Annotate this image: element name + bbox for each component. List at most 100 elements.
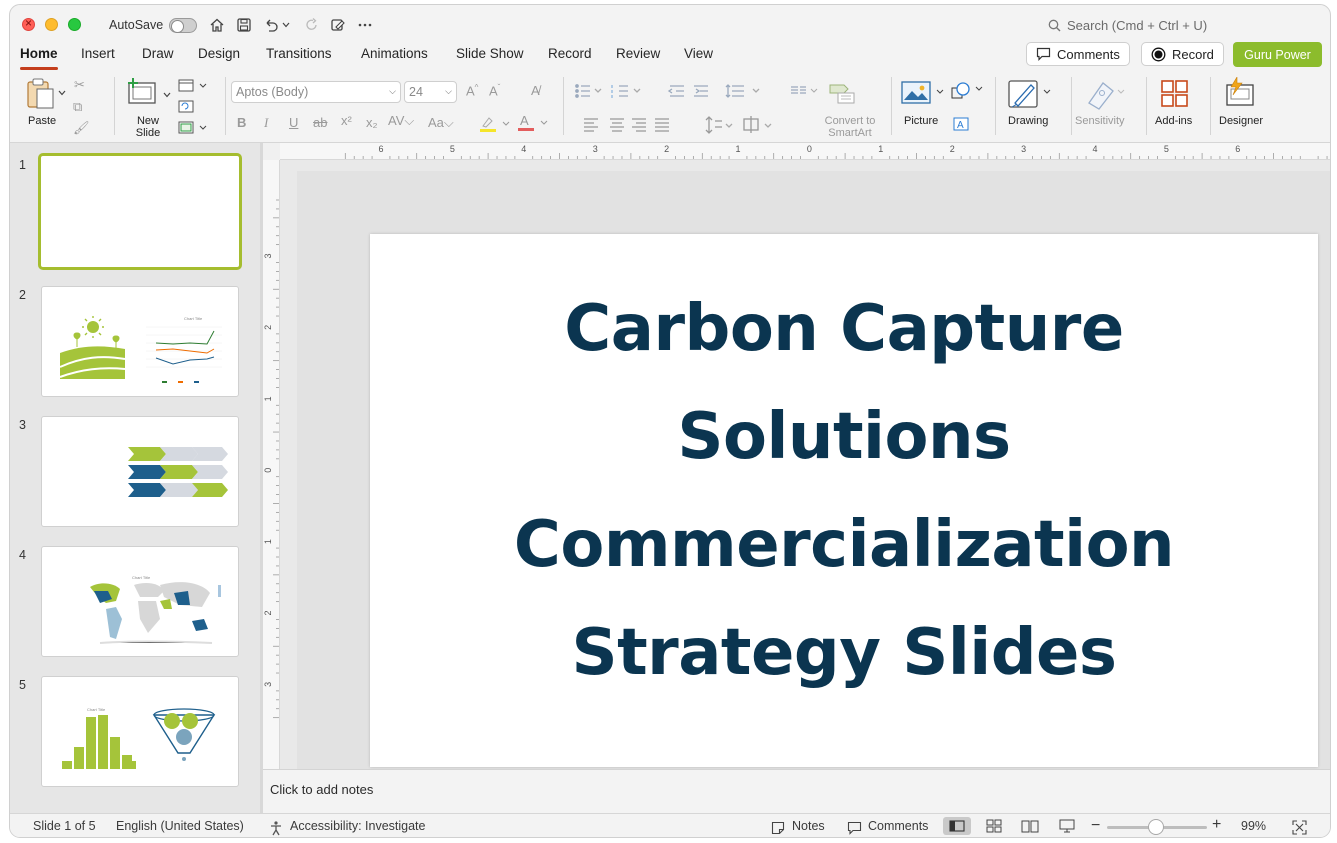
tab-record[interactable]: Record <box>548 46 592 61</box>
current-slide[interactable]: Carbon Capture Solutions Commercializati… <box>370 234 1318 767</box>
subscript-icon[interactable]: x₂ <box>366 115 378 130</box>
vertical-ruler[interactable]: 3 2 1 0 1 2 3 <box>263 160 280 769</box>
paragraph-icons <box>572 81 782 144</box>
horizontal-ruler[interactable]: 6 5 4 3 2 1 0 1 2 3 4 5 6 <box>280 143 1330 160</box>
record-button[interactable]: Record <box>1141 42 1224 66</box>
ruler-label: 2 <box>263 325 273 330</box>
fit-to-window-icon[interactable] <box>1292 820 1307 835</box>
notes-pane[interactable]: Click to add notes <box>263 769 1330 813</box>
paste-icon[interactable] <box>24 77 58 114</box>
superscript-icon[interactable]: x² <box>341 113 352 128</box>
slide-title-line-3[interactable]: Commercialization <box>370 505 1318 585</box>
highlight-icon[interactable] <box>479 115 513 136</box>
close-window-button[interactable] <box>22 16 35 31</box>
maximize-window-button[interactable] <box>68 18 81 31</box>
slide-thumbnail-2[interactable]: Chart Title <box>41 286 239 397</box>
ruler-label: 5 <box>1164 144 1169 154</box>
home-icon[interactable] <box>207 15 227 35</box>
slide-thumbnail-5[interactable]: Chart Title <box>41 676 239 787</box>
tab-design[interactable]: Design <box>198 46 240 61</box>
decrease-font-icon[interactable]: Aˇ <box>489 83 500 98</box>
layout-icon[interactable] <box>178 79 214 138</box>
new-slide-dropdown-icon[interactable] <box>163 92 171 98</box>
notes-toggle[interactable]: Notes <box>792 819 825 833</box>
slide-sorter-button[interactable] <box>980 817 1008 835</box>
title-bar: AutoSave Search (Cmd + Ctrl + U) <box>10 5 1330 43</box>
picture-icon[interactable] <box>901 81 945 108</box>
thumbnail-number-1: 1 <box>19 158 26 172</box>
slide-show-button[interactable] <box>1053 817 1081 835</box>
accessibility-status[interactable]: Accessibility: Investigate <box>290 819 425 833</box>
ruler-label: 1 <box>263 396 273 401</box>
comments-toggle[interactable]: Comments <box>868 819 928 833</box>
redo-icon <box>302 15 322 35</box>
font-size-field[interactable]: 24 ⌵ <box>404 81 457 103</box>
slide-thumbnail-3[interactable] <box>41 416 239 527</box>
comments-button[interactable]: Comments <box>1026 42 1130 66</box>
undo-icon[interactable] <box>261 15 281 35</box>
font-name-field[interactable]: Aptos (Body) ⌵ <box>231 81 401 103</box>
undo-dropdown-icon[interactable] <box>280 15 292 35</box>
font-name-value: Aptos (Body) <box>236 85 309 99</box>
bold-icon[interactable]: B <box>237 115 246 130</box>
slide-title-line-1[interactable]: Carbon Capture <box>370 289 1318 369</box>
slide-thumbnail-4[interactable]: Chart Title <box>41 546 239 657</box>
slide-show-icon <box>1059 819 1075 833</box>
strikethrough-icon[interactable]: ab <box>313 115 327 130</box>
customize-icon[interactable] <box>328 15 348 35</box>
search-placeholder: Search (Cmd + Ctrl + U) <box>1067 18 1208 33</box>
italic-icon[interactable]: I <box>264 115 268 131</box>
columns-icon[interactable] <box>790 85 820 100</box>
notes-placeholder[interactable]: Click to add notes <box>270 782 373 797</box>
autosave-toggle[interactable] <box>169 18 197 33</box>
new-slide-icon[interactable] <box>127 77 159 110</box>
ruler-label: 2 <box>263 610 273 615</box>
svg-text:Chart Title: Chart Title <box>184 316 203 321</box>
save-icon[interactable] <box>234 15 254 35</box>
zoom-in-button[interactable]: + <box>1212 816 1221 834</box>
clear-formatting-icon[interactable]: A̸ <box>531 83 540 98</box>
minimize-window-button[interactable] <box>45 18 58 31</box>
addins-icon[interactable] <box>1160 79 1190 112</box>
tab-view[interactable]: View <box>684 46 713 61</box>
tab-animations[interactable]: Animations <box>361 46 428 61</box>
powerpoint-window: AutoSave Search (Cmd + Ctrl + U) Home <box>9 4 1331 838</box>
more-icon[interactable] <box>355 15 375 35</box>
tab-slide-show[interactable]: Slide Show <box>456 46 524 61</box>
tab-draw[interactable]: Draw <box>142 46 174 61</box>
tab-insert[interactable]: Insert <box>81 46 115 61</box>
comments-status-icon <box>847 821 862 835</box>
character-spacing-icon[interactable]: AV⌵ <box>388 113 414 129</box>
shapes-icon[interactable]: A <box>951 79 985 134</box>
ruler-label: 0 <box>807 144 812 154</box>
tab-transitions[interactable]: Transitions <box>266 46 332 61</box>
tab-review[interactable]: Review <box>616 46 660 61</box>
change-case-icon[interactable]: Aa⌵ <box>428 115 454 131</box>
slide-title-line-2[interactable]: Solutions <box>370 397 1318 477</box>
slide-title-line-4[interactable]: Strategy Slides <box>370 613 1318 693</box>
search-box[interactable]: Search (Cmd + Ctrl + U) <box>1048 18 1207 33</box>
paste-dropdown-icon[interactable] <box>58 90 66 96</box>
drawing-icon[interactable] <box>1007 79 1051 114</box>
tab-home[interactable]: Home <box>20 46 58 70</box>
designer-icon[interactable] <box>1223 75 1257 112</box>
underline-icon[interactable]: U <box>289 115 298 130</box>
zoom-out-button[interactable]: − <box>1091 817 1100 835</box>
slide-thumbnail-pane[interactable]: 1 2 Chart Title 3 4 Chart Title 5 Chart … <box>10 143 260 813</box>
smartart-icon[interactable] <box>828 79 858 108</box>
font-color-icon[interactable]: A <box>517 113 551 136</box>
guru-power-button[interactable]: Guru Power <box>1233 42 1322 67</box>
normal-view-button[interactable] <box>943 817 971 835</box>
slide-thumbnail-1[interactable] <box>38 153 242 270</box>
increase-font-icon[interactable]: A^ <box>466 83 478 98</box>
ruler-corner <box>263 143 280 160</box>
format-painter-icon[interactable]: 🖌 <box>73 120 90 136</box>
search-icon <box>1048 19 1061 32</box>
status-bar: Slide 1 of 5 English (United States) Acc… <box>10 813 1330 837</box>
zoom-slider-handle[interactable] <box>1148 819 1164 835</box>
sensitivity-label: Sensitivity <box>1075 115 1125 127</box>
language-status[interactable]: English (United States) <box>116 819 244 833</box>
zoom-level[interactable]: 99% <box>1241 819 1266 833</box>
ribbon-tabs: Home Insert Draw Design Transitions Anim… <box>10 43 1330 71</box>
reading-view-button[interactable] <box>1016 817 1044 835</box>
